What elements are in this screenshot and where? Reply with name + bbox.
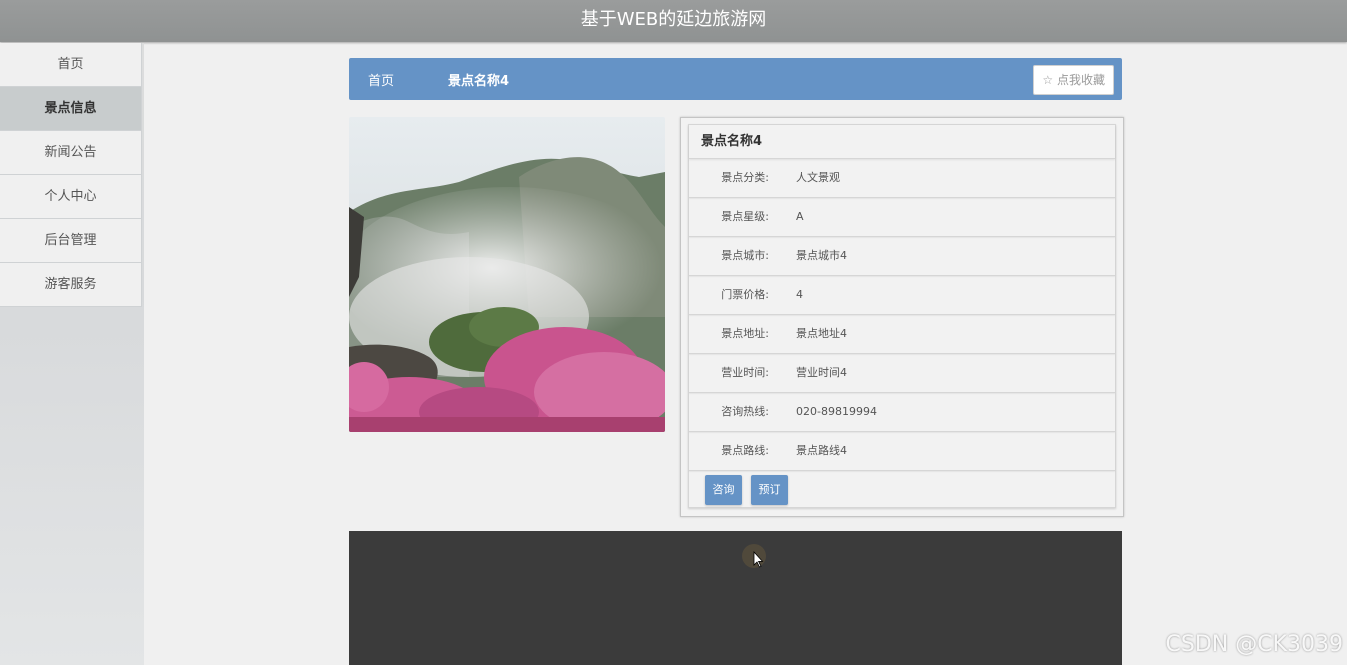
footer [349,531,1122,665]
sidebar-item-home[interactable]: 首页 [0,43,142,87]
action-bar: 咨询 预订 [689,471,1115,511]
info-label: 景点城市: [721,249,769,262]
info-row-route: 景点路线: 景点路线4 [689,432,1115,471]
mountain-photo-image [349,117,665,432]
info-label: 门票价格: [721,288,769,301]
info-label: 营业时间: [721,366,769,379]
sidebar-nav: 首页 景点信息 新闻公告 个人中心 后台管理 游客服务 [0,43,142,307]
attraction-info-card: 景点名称4 景点分类: 人文景观 景点星级: A 景点城市: 景点城市4 门票价… [688,124,1116,508]
attraction-name: 景点名称4 [689,125,1115,159]
favorite-button[interactable]: ☆ 点我收藏 [1033,65,1114,95]
info-value: 4 [796,288,803,301]
info-row-ticket-price: 门票价格: 4 [689,276,1115,315]
sidebar-item-admin[interactable]: 后台管理 [0,219,142,263]
sidebar-item-profile[interactable]: 个人中心 [0,175,142,219]
info-row-address: 景点地址: 景点地址4 [689,315,1115,354]
breadcrumb-home-link[interactable]: 首页 [368,70,394,89]
sidebar-item-attractions[interactable]: 景点信息 [0,87,142,131]
info-value: 人文景观 [796,171,840,184]
site-title: 基于WEB的延边旅游网 [580,9,767,30]
info-row-hotline: 咨询热线: 020-89819994 [689,393,1115,432]
watermark: CSDN @CK3039 [1165,632,1344,657]
info-value: 景点城市4 [796,249,847,262]
info-label: 景点地址: [721,327,769,340]
info-row-rating: 景点星级: A [689,198,1115,237]
info-row-category: 景点分类: 人文景观 [689,159,1115,198]
sidebar-item-news[interactable]: 新闻公告 [0,131,142,175]
info-row-city: 景点城市: 景点城市4 [689,237,1115,276]
info-label: 景点分类: [721,171,769,184]
site-header: 基于WEB的延边旅游网 [0,0,1347,42]
info-row-hours: 营业时间: 营业时间4 [689,354,1115,393]
attraction-photo [349,117,665,432]
attraction-info-panel: 景点名称4 景点分类: 人文景观 景点星级: A 景点城市: 景点城市4 门票价… [680,117,1124,517]
info-label: 咨询热线: [721,405,769,418]
mouse-cursor-icon [742,544,766,568]
info-label: 景点星级: [721,210,769,223]
sidebar: 首页 景点信息 新闻公告 个人中心 后台管理 游客服务 [0,43,144,665]
info-value: 景点路线4 [796,444,847,457]
consult-button[interactable]: 咨询 [705,475,742,505]
info-value: 营业时间4 [796,366,847,379]
breadcrumb-current: 景点名称4 [448,74,510,89]
info-value: 020-89819994 [796,405,877,418]
book-button[interactable]: 预订 [751,475,788,505]
sidebar-item-visitor-service[interactable]: 游客服务 [0,263,142,307]
info-label: 景点路线: [721,444,769,457]
info-value: 景点地址4 [796,327,847,340]
breadcrumb: 首页 景点名称4 ☆ 点我收藏 [349,58,1122,100]
info-value: A [796,210,804,223]
